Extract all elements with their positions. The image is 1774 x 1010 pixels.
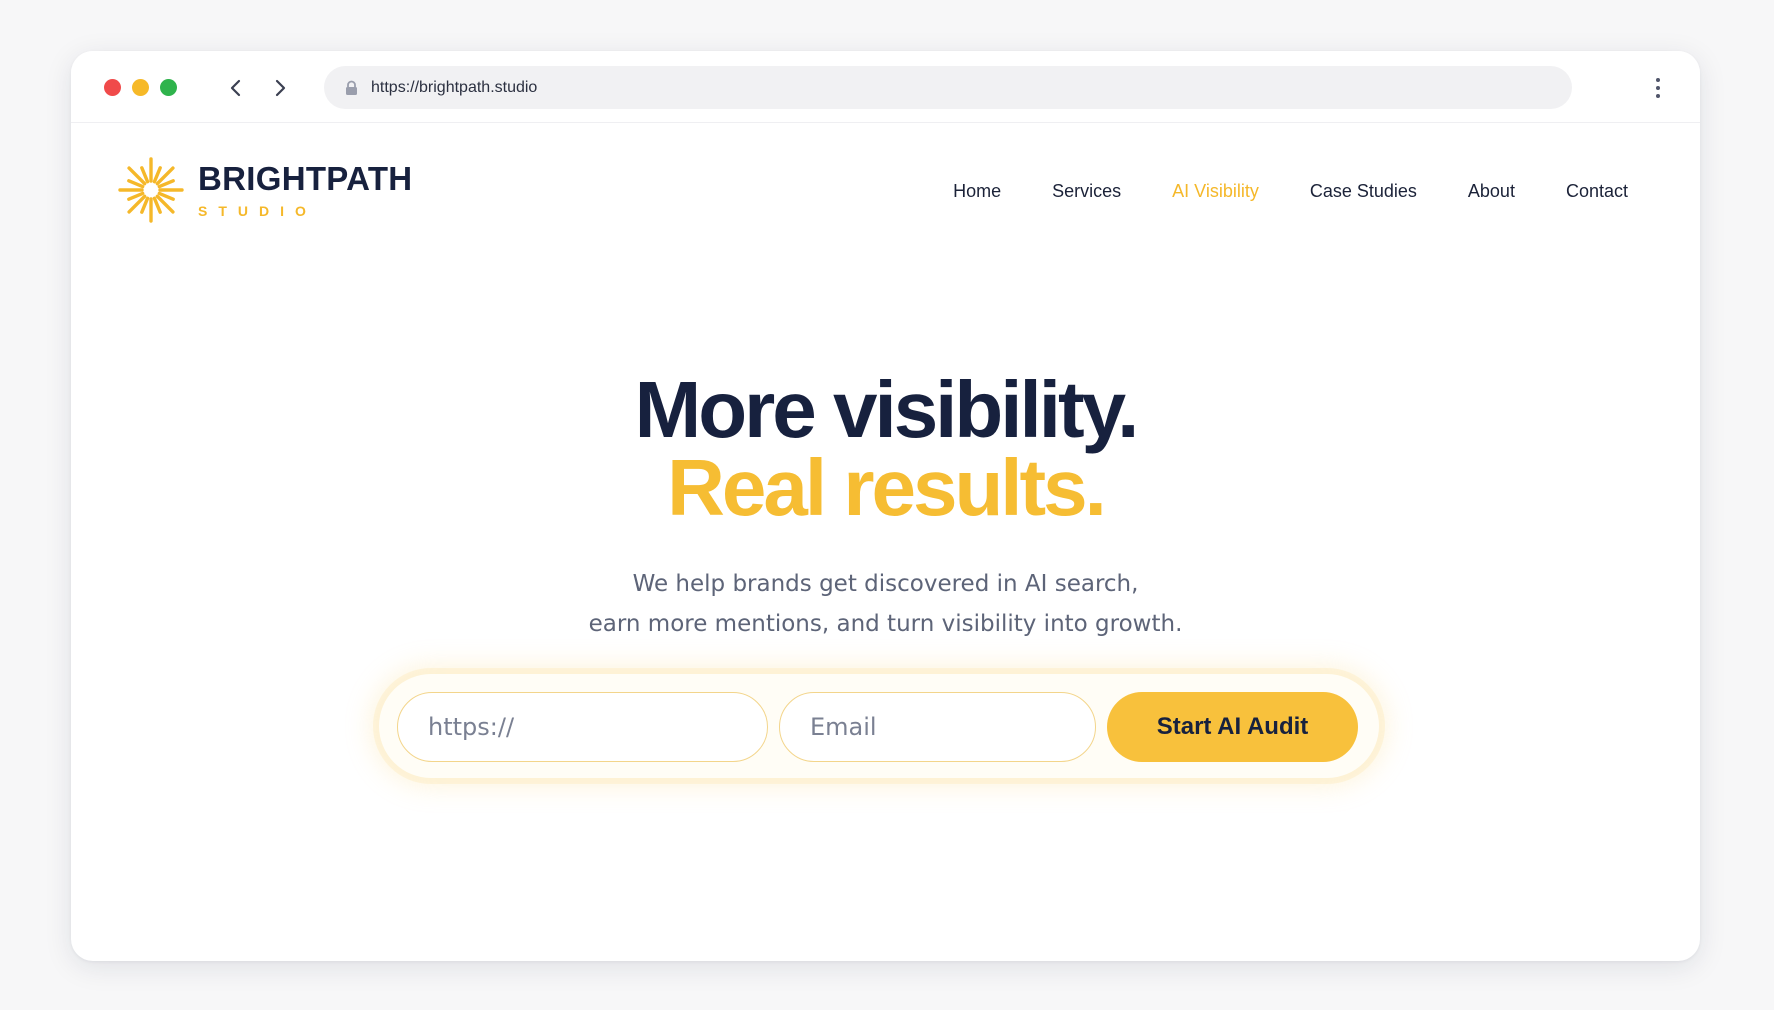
audit-form: Start AI Audit (379, 674, 1379, 778)
hero-subtext: We help brands get discovered in AI sear… (71, 564, 1700, 644)
browser-toolbar: https://brightpath.studio (71, 51, 1700, 123)
main-navigation: Home Services AI Visibility Case Studies… (902, 181, 1628, 202)
back-button[interactable] (221, 73, 251, 103)
url-text: https://brightpath.studio (371, 78, 538, 96)
hero-headline-accent: Real results. (667, 443, 1107, 532)
lock-icon (345, 80, 359, 96)
chevron-left-icon (230, 79, 241, 97)
kebab-menu-icon[interactable] (1648, 73, 1668, 103)
nav-item-home[interactable]: Home (953, 181, 1001, 202)
email-input[interactable] (810, 713, 1095, 741)
forward-button[interactable] (265, 73, 295, 103)
hero-subtext-line: We help brands get discovered in AI sear… (632, 571, 1139, 597)
brand-subtitle: STUDIO (198, 203, 317, 219)
close-window-button[interactable] (104, 79, 121, 96)
page-content: BRIGHTPATH STUDIO Home Services AI Visib… (71, 123, 1700, 961)
nav-item-case-studies[interactable]: Case Studies (1310, 181, 1417, 202)
maximize-window-button[interactable] (160, 79, 177, 96)
hero-headline: More visibility. (634, 365, 1140, 454)
nav-item-services[interactable]: Services (1052, 181, 1121, 202)
website-url-field[interactable] (397, 692, 768, 762)
email-field[interactable] (779, 692, 1096, 762)
nav-item-about[interactable]: About (1468, 181, 1515, 202)
brand-name: BRIGHTPATH (198, 160, 413, 197)
start-ai-audit-button[interactable]: Start AI Audit (1107, 692, 1358, 762)
address-bar[interactable]: https://brightpath.studio (324, 66, 1572, 109)
brand-logo[interactable]: BRIGHTPATH STUDIO (118, 157, 412, 223)
website-url-input[interactable] (428, 713, 767, 741)
hero-subtext-line: earn more mentions, and turn visibility … (588, 611, 1183, 637)
sunburst-icon (118, 157, 184, 223)
minimize-window-button[interactable] (132, 79, 149, 96)
nav-item-ai-visibility[interactable]: AI Visibility (1172, 181, 1259, 202)
nav-item-contact[interactable]: Contact (1566, 181, 1628, 202)
browser-window: https://brightpath.studio BRIGHTPATH STU… (71, 51, 1700, 961)
chevron-right-icon (275, 79, 286, 97)
